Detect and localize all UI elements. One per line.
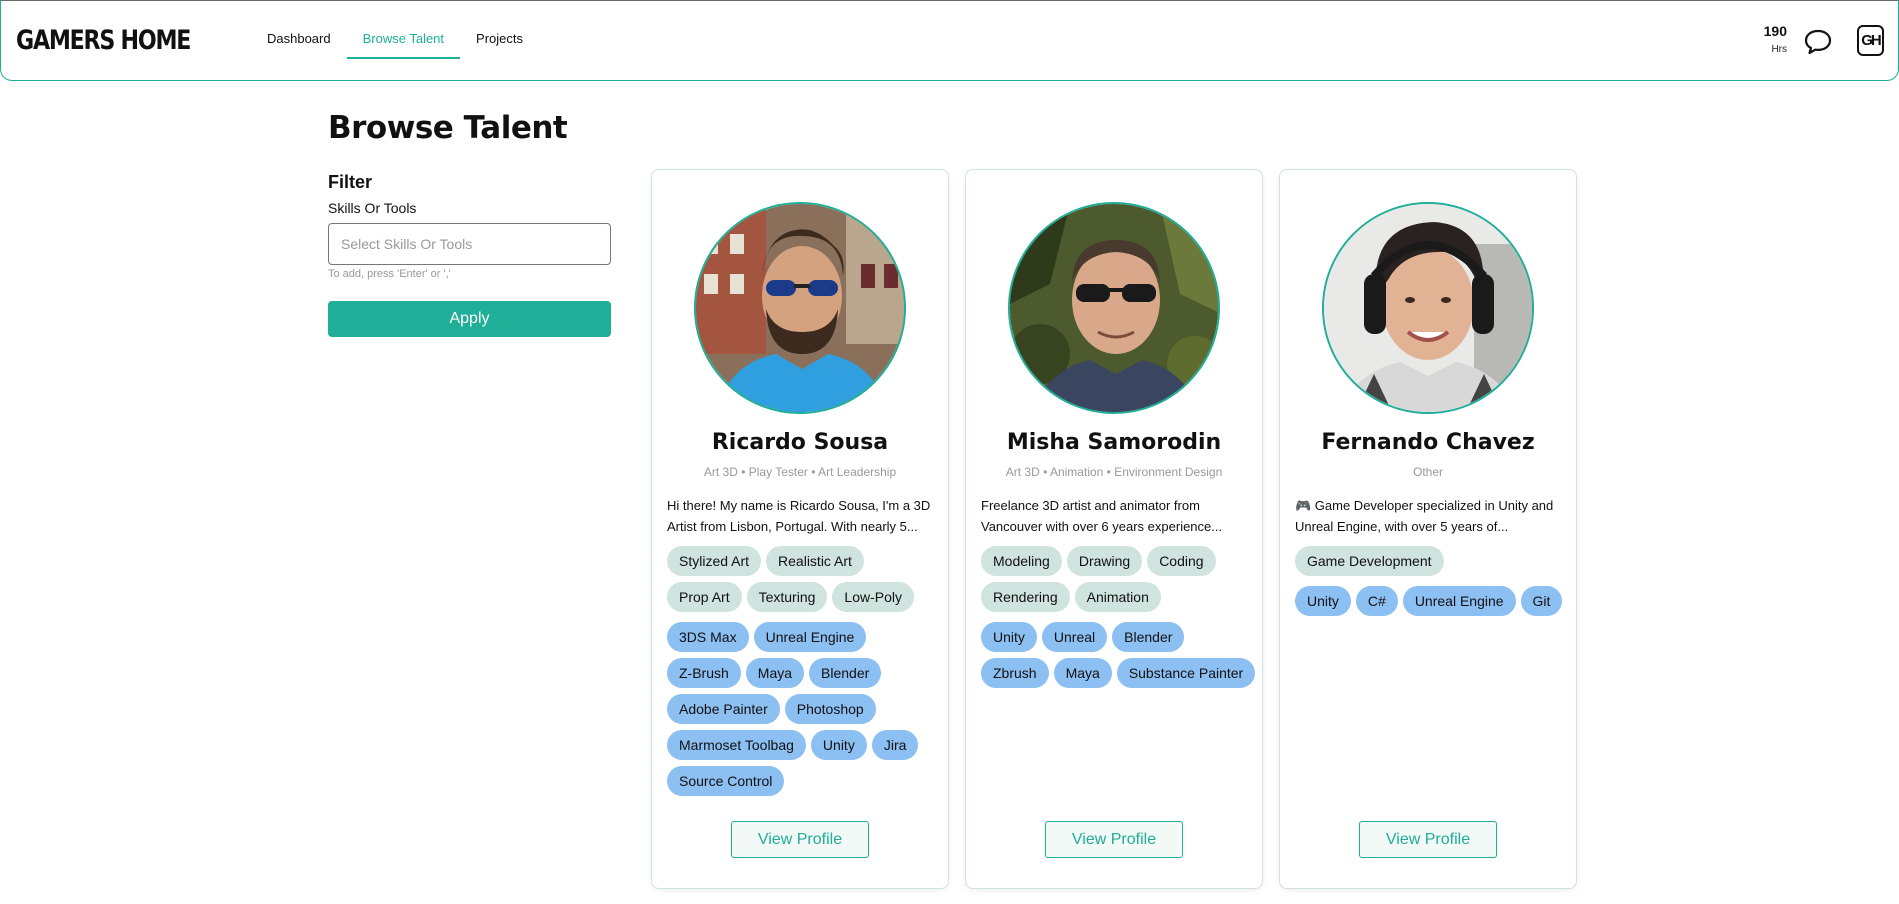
talent-name: Fernando Chavez [1321, 430, 1535, 455]
tool-tag: Photoshop [784, 694, 876, 724]
tool-tag: Maya [1053, 658, 1112, 688]
talent-roles: Other [1412, 465, 1443, 479]
bio-line: Freelance 3D artist and animator from [981, 498, 1200, 513]
talent-card: Misha Samorodin Art 3D • Animation • Env… [965, 169, 1263, 889]
skill-tag: Stylized Art [667, 546, 762, 576]
tool-tag: Unreal Engine [753, 622, 867, 652]
skill-tags: Stylized Art Realistic Art Prop Art Text… [667, 546, 942, 612]
tool-tag: Adobe Painter [667, 694, 780, 724]
skill-tag: Drawing [1066, 546, 1143, 576]
tool-tag: Unity [810, 730, 867, 760]
skill-tag: Low-Poly [832, 582, 914, 612]
tool-tag: Z-Brush [667, 658, 741, 688]
view-profile-button[interactable]: View Profile [731, 821, 869, 858]
tool-tags: 3DS Max Unreal Engine Z-Brush Maya Blend… [667, 622, 942, 796]
tool-tag: Maya [745, 658, 805, 688]
hours-counter: 190 Hrs [1753, 23, 1787, 55]
skill-tag: Game Development [1295, 546, 1444, 576]
tool-tag: Unity [981, 622, 1037, 652]
bio-line: Hi there! My name is Ricardo Sousa, I'm … [667, 498, 931, 513]
tool-tag: Blender [809, 658, 882, 688]
tool-tag: Zbrush [981, 658, 1049, 688]
skill-tag: Animation [1074, 582, 1161, 612]
skill-tag: Coding [1147, 546, 1216, 576]
talent-card: Ricardo Sousa Art 3D • Play Tester • Art… [651, 169, 949, 889]
bio-line: Vancouver with over 6 years experience..… [981, 519, 1223, 534]
skill-tags: Modeling Drawing Coding Rendering Animat… [981, 546, 1256, 612]
view-profile-button[interactable]: View Profile [1359, 821, 1497, 858]
tool-tag: Jira [871, 730, 919, 760]
apply-button[interactable]: Apply [328, 301, 611, 337]
talent-name: Ricardo Sousa [711, 430, 889, 455]
nav-dashboard[interactable]: Dashboard [251, 1, 347, 59]
bio-line: Unreal Engine, with over 5 years of... [1295, 519, 1509, 534]
skill-tag: Prop Art [667, 582, 742, 612]
top-nav-bar: GAMERS HOME Dashboard Browse Talent Proj… [0, 0, 1899, 81]
tool-tag: Substance Painter [1116, 658, 1256, 688]
chat-icon[interactable] [1803, 27, 1833, 57]
profile-photo [694, 202, 906, 414]
skills-tools-label: Skills Or Tools [328, 200, 417, 216]
nav-projects[interactable]: Projects [460, 1, 539, 59]
tool-tags: Unity C# Unreal Engine Git [1295, 586, 1570, 616]
tool-tag: Unity [1295, 586, 1351, 616]
tool-tags: Unity Unreal Blender Zbrush Maya Substan… [981, 622, 1256, 688]
hours-value: 190 [1763, 23, 1787, 39]
skill-tag: Rendering [981, 582, 1070, 612]
talent-card: Fernando Chavez Other 🎮 Game Developer s… [1279, 169, 1577, 889]
profile-photo [1322, 202, 1534, 414]
profile-photo [1008, 202, 1220, 414]
skill-tags: Game Development [1295, 546, 1570, 576]
logo[interactable]: GAMERS HOME [16, 25, 191, 56]
talent-bio: Hi there! My name is Ricardo Sousa, I'm … [667, 495, 937, 537]
tool-tag: C# [1355, 586, 1398, 616]
bio-line: 🎮 Game Developer specialized in Unity an… [1295, 498, 1554, 513]
talent-bio: 🎮 Game Developer specialized in Unity an… [1295, 495, 1565, 537]
view-profile-button[interactable]: View Profile [1045, 821, 1183, 858]
page-title: Browse Talent [328, 110, 568, 146]
tool-tag: Git [1520, 586, 1563, 616]
skill-tag: Texturing [746, 582, 828, 612]
talent-roles: Art 3D • Play Tester • Art Leadership [703, 465, 897, 479]
user-avatar[interactable]: GH [1857, 25, 1884, 56]
main-nav: Dashboard Browse Talent Projects [251, 1, 539, 81]
tool-tag: Unreal Engine [1402, 586, 1516, 616]
tool-tag: 3DS Max [667, 622, 749, 652]
talent-name: Misha Samorodin [1006, 430, 1222, 455]
skill-tag: Modeling [981, 546, 1062, 576]
skill-tag: Realistic Art [766, 546, 864, 576]
bio-line: Artist from Lisbon, Portugal. With nearl… [667, 519, 918, 534]
filter-title: Filter [328, 172, 373, 192]
tool-tag: Source Control [667, 766, 785, 796]
talent-bio: Freelance 3D artist and animator from Va… [981, 495, 1251, 537]
filter-hint: To add, press 'Enter' or ',' [328, 268, 451, 280]
talent-roles: Art 3D • Animation • Environment Design [1005, 465, 1223, 479]
nav-browse-talent[interactable]: Browse Talent [346, 1, 461, 59]
hours-label: Hrs [1771, 44, 1787, 55]
tool-tag: Blender [1112, 622, 1185, 652]
tool-tag: Unreal [1041, 622, 1108, 652]
tool-tag: Marmoset Toolbag [667, 730, 806, 760]
skills-tools-input[interactable] [328, 223, 611, 265]
